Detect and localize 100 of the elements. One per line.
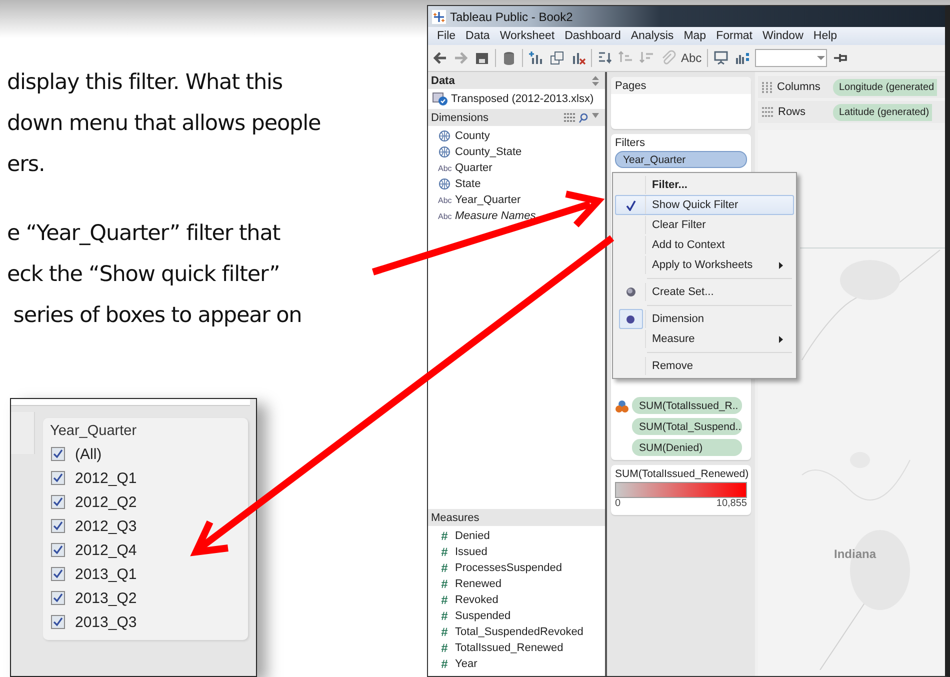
number-type-label: # [440, 545, 449, 559]
checkbox-label: 2013_Q1 [75, 566, 137, 582]
field-pill[interactable]: SUM(Denied) [632, 439, 742, 456]
measure-field[interactable]: Issued [455, 546, 488, 558]
menu-item[interactable]: Help [808, 30, 842, 42]
pane-header: Data [431, 74, 455, 86]
bar-chart-plus-icon[interactable] [528, 50, 544, 66]
checkbox-label: 2013_Q3 [75, 614, 137, 630]
search-icon[interactable] [579, 112, 588, 122]
number-type-label: # [440, 641, 449, 655]
field-pill[interactable]: Longitude (generated [833, 78, 938, 96]
toolbar-dropdown-field[interactable] [754, 49, 827, 67]
menu-item[interactable]: Worksheet [494, 30, 560, 42]
measure-field[interactable]: Renewed [455, 578, 502, 590]
number-type-label: # [440, 529, 449, 543]
dimension-field[interactable]: County_State [455, 146, 522, 158]
checkbox[interactable] [51, 471, 65, 485]
card-title: Filters [615, 136, 646, 150]
back-arrow-icon[interactable] [432, 50, 448, 66]
card-title: Pages [611, 77, 751, 94]
field-pill[interactable]: SUM(Total_Suspend.. [632, 418, 742, 435]
field-pill[interactable]: SUM(TotalIssued_R.. [632, 397, 742, 414]
set-icon [626, 287, 636, 297]
dimension-field[interactable]: Year_Quarter [455, 194, 521, 206]
measure-field[interactable]: Suspended [455, 610, 511, 622]
number-type-label: # [440, 577, 449, 591]
datasource-icon [432, 92, 448, 106]
dimension-field[interactable]: Quarter [455, 162, 492, 174]
section-header: Measures [431, 512, 480, 524]
number-type-label: # [440, 593, 449, 607]
checkbox[interactable] [51, 615, 65, 629]
checkbox[interactable] [51, 447, 65, 461]
bar-chart-grid-icon[interactable] [734, 50, 750, 66]
submenu-arrow-icon [779, 262, 783, 268]
paperclip-icon[interactable] [660, 50, 676, 66]
shelf-label: Rows [778, 106, 806, 118]
checkbox-label: 2012_Q4 [75, 542, 137, 558]
measure-field[interactable]: Total_SuspendedRevoked [455, 626, 584, 638]
legend-min: 0 [615, 498, 621, 509]
measure-field[interactable]: Year [455, 658, 478, 670]
dimension-field[interactable]: Measure Names [455, 210, 536, 222]
submenu-arrow-icon [779, 336, 783, 342]
body-paragraph: display this filter. What this down menu that allows people ers. [7, 69, 322, 179]
color-palette-icon [615, 398, 629, 412]
sort-arrows-icon[interactable] [592, 76, 599, 86]
bar-chart-cross-icon[interactable] [570, 50, 586, 66]
text-label-button[interactable]: Abc [681, 51, 702, 65]
menu-item[interactable]: Map [678, 30, 712, 42]
menu-item[interactable]: Remove [615, 356, 794, 376]
menu-item[interactable]: Clear Filter [615, 215, 794, 235]
menu-item[interactable]: Create Set... [615, 282, 794, 302]
measure-field[interactable]: Revoked [455, 594, 498, 606]
measure-field[interactable]: TotalIssued_Renewed [455, 642, 564, 654]
shelf-label: Columns [777, 81, 820, 93]
menu-item[interactable]: Apply to Worksheets [615, 255, 794, 275]
database-icon[interactable] [501, 50, 517, 66]
datasource-name[interactable]: Transposed (2012-2013.xlsx) [451, 93, 594, 105]
map-region-label: Indiana [834, 547, 876, 561]
menu-item[interactable]: Measure [615, 329, 794, 349]
radio-dot-icon [626, 314, 635, 324]
measure-field[interactable]: ProcessesSuspended [455, 562, 562, 574]
checkbox[interactable] [51, 543, 65, 557]
checkbox-label: (All) [75, 446, 102, 462]
window-title: Tableau Public - Book2 [450, 10, 573, 24]
menu-item[interactable]: Add to Context [615, 235, 794, 255]
checkbox[interactable] [51, 567, 65, 581]
number-type-label: # [440, 657, 449, 671]
menu-item[interactable]: Dashboard [560, 30, 626, 42]
rows-icon [762, 107, 773, 117]
globe-icon [438, 146, 451, 158]
menu-item[interactable]: File [432, 30, 461, 42]
checkbox[interactable] [51, 495, 65, 509]
dimension-field[interactable]: State [455, 178, 481, 190]
legend-title: SUM(TotalIssued_Renewed) [615, 466, 747, 482]
caret-icon[interactable] [592, 112, 599, 118]
dimension-field[interactable]: County [455, 130, 490, 142]
checkbox[interactable] [51, 591, 65, 605]
presentation-icon[interactable] [712, 50, 729, 66]
body-paragraph: e “Year_Quarter” filter that eck the “Show quick filter” series of boxes to appear on [7, 220, 303, 330]
duplicate-icon[interactable] [549, 50, 565, 66]
data-type-label: Abc [438, 164, 451, 172]
filter-pill[interactable]: Year_Quarter [615, 151, 747, 168]
menu-item[interactable]: Data [460, 30, 495, 42]
menu-item[interactable]: Format [711, 30, 758, 42]
caret-icon [816, 54, 826, 62]
number-type-label: # [440, 625, 449, 639]
menu-item[interactable]: Dimension [615, 309, 794, 329]
field-pill[interactable]: Latitude (generated) [833, 104, 932, 120]
grid-view-icon[interactable] [564, 112, 575, 122]
save-icon[interactable] [474, 50, 490, 66]
checkbox[interactable] [51, 519, 65, 533]
swap-icon[interactable] [597, 50, 613, 66]
menu-item[interactable]: Analysis [626, 30, 679, 42]
menu-item[interactable]: Window [757, 30, 808, 42]
number-type-label: # [440, 561, 449, 575]
globe-icon [438, 130, 451, 142]
data-type-label: Abc [438, 196, 451, 204]
measure-field[interactable]: Denied [455, 530, 490, 542]
menu-item[interactable]: Filter... [615, 175, 794, 195]
menu-item[interactable]: Show Quick Filter [615, 195, 794, 215]
